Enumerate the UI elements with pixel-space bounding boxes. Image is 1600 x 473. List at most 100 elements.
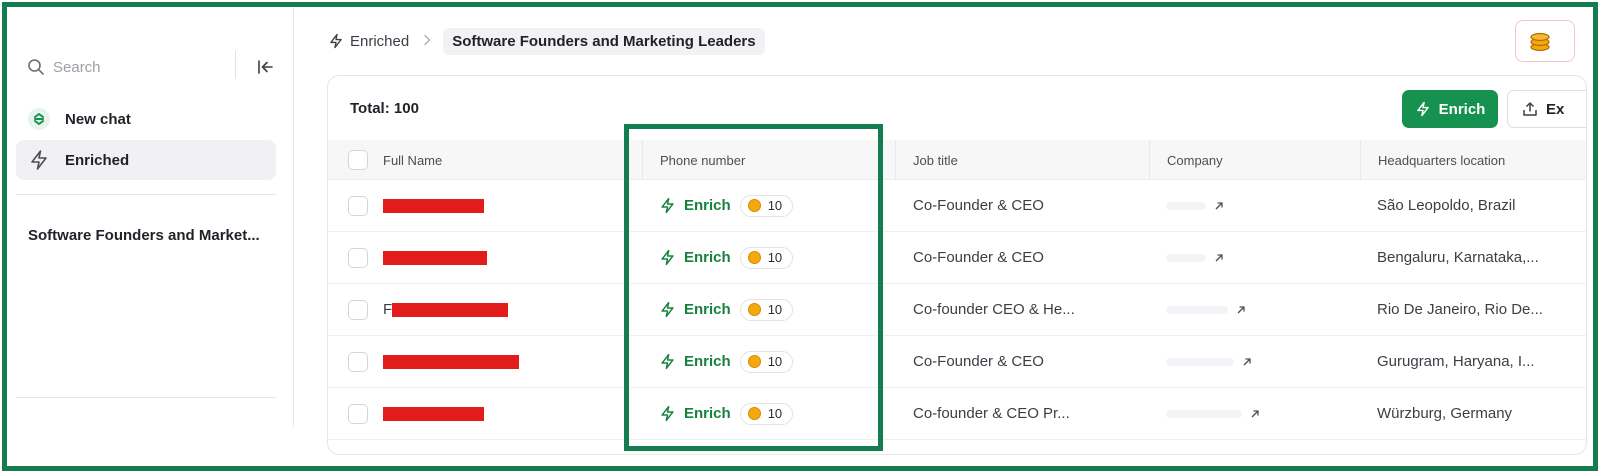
nav-label-enriched: Enriched: [65, 151, 130, 169]
company-name-redacted: [1166, 201, 1206, 210]
enrich-phone-label: Enrich: [684, 405, 731, 422]
divider: [16, 194, 276, 195]
company-name-redacted: [1166, 305, 1228, 314]
enrich-button-label: Enrich: [1438, 100, 1486, 118]
credit-cost: 10: [767, 198, 783, 213]
external-link-icon[interactable]: [1242, 357, 1252, 367]
column-header-headquarters-location[interactable]: Headquarters location: [1360, 140, 1586, 180]
row-checkbox-cell: [348, 232, 368, 283]
company-name-redacted: [1166, 357, 1234, 366]
breadcrumb-parent: Enriched: [350, 32, 410, 50]
export-button[interactable]: Ex: [1507, 90, 1586, 128]
enrich-phone-label: Enrich: [684, 197, 731, 214]
company-cell: [1166, 180, 1224, 231]
enrich-phone-button[interactable]: Enrich: [659, 405, 731, 422]
total-count: Total: 100: [350, 100, 419, 117]
search-input[interactable]: Search: [53, 59, 101, 76]
row-checkbox-cell: [348, 284, 368, 335]
export-button-label: Ex: [1546, 100, 1565, 118]
enrich-phone-label: Enrich: [684, 301, 731, 318]
phone-cell: Enrich 10: [659, 388, 794, 439]
table-row[interactable]: Enrich 10 Co-Founder & CEO Gurugram, Har…: [328, 336, 1586, 388]
row-checkbox-cell: [348, 388, 368, 439]
full-name-partial: F: [383, 301, 393, 318]
column-header-full-name[interactable]: Full Name: [348, 140, 642, 180]
bolt-icon: [1416, 101, 1429, 117]
bolt-icon: [330, 33, 342, 49]
row-checkbox[interactable]: [348, 247, 368, 268]
table-row[interactable]: F Enrich 10 Co-founder CEO & He... Rio D…: [328, 284, 1586, 336]
company-cell: [1166, 336, 1252, 387]
table-row[interactable]: Enrich 10 Co-Founder & CEO São Leopoldo,…: [328, 180, 1586, 232]
table-row[interactable]: Enrich 10 Co-Founder & CEO Bengaluru, Ka…: [328, 232, 1586, 284]
credit-cost: 10: [767, 354, 783, 369]
enrich-phone-button[interactable]: Enrich: [659, 249, 731, 266]
search-icon: [27, 58, 45, 76]
phone-cell: Enrich 10: [659, 284, 794, 335]
table-row[interactable]: Enrich 10 Co-founder & CEO Pr... Würzbur…: [328, 388, 1586, 440]
chevron-right-icon: [423, 33, 431, 49]
column-header-company[interactable]: Company: [1149, 140, 1360, 180]
coin-icon: [747, 303, 761, 316]
credit-cost-badge: 10: [739, 298, 794, 321]
coin-icon: [747, 407, 761, 420]
redaction-bar: [383, 198, 484, 213]
full-name-cell: [383, 336, 623, 387]
select-all-checkbox[interactable]: [348, 150, 368, 170]
hq-cell: Rio De Janeiro, Rio De...: [1377, 301, 1543, 318]
column-header-phone-number[interactable]: Phone number: [642, 140, 895, 180]
external-link-icon[interactable]: [1214, 201, 1224, 211]
credit-cost: 10: [767, 302, 783, 317]
column-label: Full Name: [383, 152, 443, 168]
sidebar-item-enriched[interactable]: Enriched: [16, 140, 276, 180]
enrich-phone-button[interactable]: Enrich: [659, 197, 731, 214]
coin-icon: [747, 199, 761, 212]
company-cell: [1166, 284, 1246, 335]
job-title-cell: Co-founder CEO & He...: [913, 301, 1075, 318]
full-name-cell: [383, 232, 623, 283]
sidebar-list-item[interactable]: Software Founders and Market...: [28, 227, 260, 244]
coin-icon: [747, 251, 761, 264]
column-header-job-title[interactable]: Job title: [895, 140, 1149, 180]
company-cell: [1166, 388, 1260, 439]
credit-cost: 10: [767, 406, 783, 421]
credit-cost-badge: 10: [739, 194, 794, 217]
enrich-button[interactable]: Enrich: [1402, 90, 1498, 128]
credit-cost-badge: 10: [739, 402, 794, 425]
job-title-cell: Co-Founder & CEO: [913, 249, 1044, 266]
row-checkbox[interactable]: [348, 299, 368, 320]
external-link-icon[interactable]: [1236, 305, 1246, 315]
bolt-icon: [28, 149, 50, 171]
column-label: Job title: [913, 152, 958, 168]
phone-cell: Enrich 10: [659, 336, 794, 387]
row-checkbox[interactable]: [348, 351, 368, 372]
bolt-icon: [661, 249, 674, 266]
row-checkbox[interactable]: [348, 403, 368, 424]
credits-button[interactable]: [1515, 20, 1575, 62]
bolt-icon: [661, 405, 674, 422]
enrich-phone-button[interactable]: Enrich: [659, 353, 731, 370]
coin-icon: [747, 355, 761, 368]
external-link-icon[interactable]: [1250, 409, 1260, 419]
job-title-cell: Co-founder & CEO Pr...: [913, 405, 1070, 422]
enrich-phone-button[interactable]: Enrich: [659, 301, 731, 318]
hq-cell: Bengaluru, Karnataka,...: [1377, 249, 1539, 266]
company-name-redacted: [1166, 253, 1206, 262]
redaction-bar: [383, 406, 484, 421]
full-name-cell: [383, 180, 623, 231]
divider: [16, 397, 276, 398]
column-label: Phone number: [660, 152, 746, 168]
credit-cost-badge: 10: [739, 246, 794, 269]
breadcrumb-enriched-link[interactable]: Enriched: [328, 33, 409, 50]
upload-icon: [1523, 102, 1537, 116]
collapse-sidebar-button[interactable]: [253, 55, 277, 79]
enrich-phone-label: Enrich: [684, 353, 731, 370]
row-checkbox[interactable]: [348, 195, 368, 216]
external-link-icon[interactable]: [1214, 253, 1224, 263]
breadcrumb: Enriched Software Founders and Marketing…: [328, 27, 765, 55]
row-checkbox-cell: [348, 180, 368, 231]
search-bar[interactable]: Search: [27, 51, 287, 83]
coins-icon: [1530, 32, 1550, 52]
bolt-icon: [661, 353, 674, 370]
new-chat-button[interactable]: New chat: [16, 99, 276, 139]
